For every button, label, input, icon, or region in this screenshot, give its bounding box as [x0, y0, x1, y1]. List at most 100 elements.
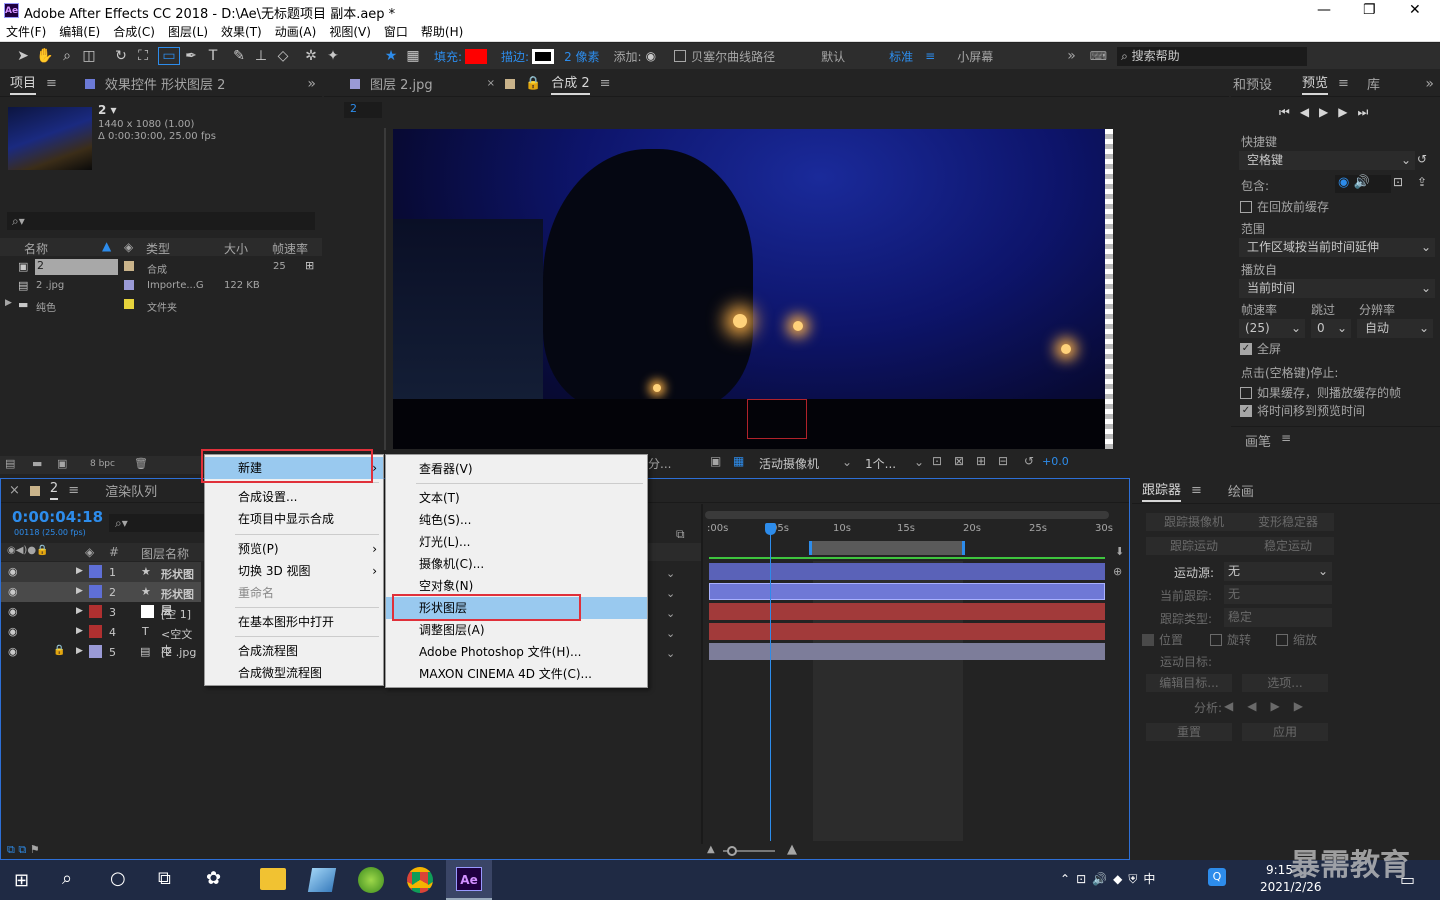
hand-tool-icon[interactable]: ✋: [34, 48, 56, 64]
scale-checkbox[interactable]: [1276, 634, 1288, 646]
layer-bar[interactable]: [709, 643, 1105, 660]
close-tab-icon[interactable]: ×: [9, 483, 20, 498]
pinwheel-app-icon[interactable]: ✿: [206, 868, 221, 889]
nvidia-icon[interactable]: ◆: [1113, 872, 1128, 886]
edit-target-button[interactable]: 编辑目标...: [1146, 674, 1232, 692]
rotate-tool-icon[interactable]: ↻: [110, 48, 132, 64]
project-search-input[interactable]: ⌕▾: [7, 212, 315, 230]
new-comp-icon[interactable]: ▣: [57, 457, 67, 470]
restore-icon[interactable]: ❐: [1363, 2, 1376, 18]
menu-item-viewer[interactable]: 查看器(V): [386, 458, 647, 480]
tab-paint[interactable]: 绘画: [1228, 481, 1254, 500]
playhead-line[interactable]: [770, 523, 771, 841]
toggle-modes-icon[interactable]: ⧉: [18, 843, 26, 856]
range-dropdown[interactable]: 工作区域按当前时间延伸 ⌄: [1239, 238, 1435, 257]
comp-breadcrumb[interactable]: 2: [344, 102, 382, 118]
camera-tool-icon[interactable]: ◫: [78, 48, 100, 64]
menu-layer[interactable]: 图层(L): [168, 23, 208, 40]
text-tool-icon[interactable]: T: [202, 48, 224, 64]
menu-item-light[interactable]: 灯光(L)...: [386, 531, 647, 553]
analyze-back-all-icon[interactable]: ◀: [1224, 699, 1247, 713]
play-icon[interactable]: ▶: [1319, 105, 1338, 119]
comp-canvas[interactable]: [393, 129, 1105, 449]
expand-panels-icon[interactable]: »: [1425, 76, 1434, 92]
panel-menu-icon[interactable]: ≡: [1338, 76, 1349, 91]
toggle-transfer-icon[interactable]: ⚑: [30, 843, 40, 856]
audio-icon[interactable]: 🔊: [1353, 175, 1369, 190]
volume-icon[interactable]: 🔊: [1092, 872, 1113, 886]
first-frame-icon[interactable]: ⏮: [1279, 105, 1300, 119]
tab-render-queue[interactable]: 渲染队列: [105, 481, 157, 500]
menu-effect[interactable]: 效果(T): [221, 23, 262, 40]
search-icon[interactable]: ⌕: [62, 868, 72, 889]
expand-arrow-icon[interactable]: ▶: [5, 298, 12, 308]
menu-item-camera[interactable]: 摄像机(C)...: [386, 553, 647, 575]
eye-icon[interactable]: ◉: [8, 585, 18, 598]
show-hidden-icon[interactable]: ⌃: [1060, 872, 1076, 886]
bit-depth[interactable]: 8 bpc: [90, 459, 115, 469]
item-name[interactable]: 2: [35, 259, 118, 275]
menu-item-open-essential-graphics[interactable]: 在基本图形中打开: [205, 611, 383, 633]
rectangle-tool-icon[interactable]: ▭: [158, 47, 180, 65]
layer-bar[interactable]: [709, 623, 1105, 640]
minimize-icon[interactable]: —: [1317, 2, 1331, 18]
eye-icon[interactable]: ◉: [8, 605, 18, 618]
chevron-down-icon[interactable]: ⌄: [666, 624, 675, 644]
current-track-dropdown[interactable]: 无: [1224, 585, 1332, 604]
label-color[interactable]: [89, 565, 102, 578]
lock-icon[interactable]: 🔒: [525, 76, 541, 91]
reset-view-icon[interactable]: ⊡: [932, 454, 942, 468]
menu-item-preview[interactable]: 预览(P) ›: [205, 538, 383, 560]
label-color[interactable]: [89, 645, 102, 658]
prev-frame-icon[interactable]: ◀: [1300, 105, 1319, 119]
cache-before-checkbox[interactable]: [1240, 201, 1252, 213]
tab-composition[interactable]: 合成 2: [551, 72, 590, 95]
trash-icon[interactable]: 🗑: [134, 457, 148, 470]
overlay-icon[interactable]: ⊡: [1393, 175, 1403, 189]
tab-effect-controls[interactable]: 效果控件 形状图层 2: [105, 74, 226, 93]
menu-help[interactable]: 帮助(H): [421, 23, 463, 40]
menu-item-flowchart[interactable]: 合成流程图: [205, 640, 383, 662]
menu-item-text[interactable]: 文本(T): [386, 487, 647, 509]
col-size[interactable]: 大小: [224, 240, 248, 257]
layer-bar[interactable]: [709, 583, 1105, 600]
fullscreen-checkbox[interactable]: ✓: [1240, 343, 1252, 355]
tab-timeline-comp[interactable]: 2: [49, 481, 59, 500]
panel-menu-icon[interactable]: ≡: [1191, 483, 1202, 498]
zoom-slider-handle[interactable]: [727, 846, 737, 856]
menu-animation[interactable]: 动画(A): [275, 23, 317, 40]
more-workspaces-icon[interactable]: »: [1067, 48, 1076, 64]
menu-item-cinema4d-file[interactable]: MAXON CINEMA 4D 文件(C)...: [386, 663, 647, 685]
res-dropdown[interactable]: 自动 ⌄: [1357, 319, 1433, 338]
lock-icon[interactable]: 🔒: [53, 645, 65, 656]
comp-flowchart-icon[interactable]: ⧉: [676, 527, 685, 542]
chevron-down-icon[interactable]: ⌄: [914, 455, 924, 469]
analyze-back-icon[interactable]: ◀: [1247, 699, 1270, 713]
puppet-tool-icon[interactable]: ✦: [322, 48, 344, 64]
track-camera-button[interactable]: 跟踪摄像机: [1146, 513, 1242, 531]
reset-icon[interactable]: ↺: [1417, 152, 1427, 166]
watermelon-app-icon[interactable]: [358, 867, 384, 893]
current-timecode[interactable]: 0:00:04:18: [12, 508, 103, 526]
timeline-search-input[interactable]: ⌕▾: [109, 514, 205, 532]
menu-item-solid[interactable]: 纯色(S)...: [386, 509, 647, 531]
clock-time[interactable]: 9:15: [1266, 863, 1293, 877]
paint-tab[interactable]: 画笔: [1245, 431, 1271, 450]
layer-row[interactable]: ◉ ▶ 3 [空 1]: [1, 602, 201, 622]
help-search-input[interactable]: ⌕ 搜索帮助: [1117, 46, 1308, 66]
qq-icon[interactable]: Q: [1208, 868, 1226, 886]
task-view-icon[interactable]: ⧉: [158, 868, 171, 889]
roto-tool-icon[interactable]: ✲: [300, 48, 322, 64]
col-type[interactable]: 类型: [146, 240, 170, 257]
clone-tool-icon[interactable]: ⊥: [250, 48, 272, 64]
apply-button[interactable]: 应用: [1242, 723, 1328, 741]
tab-layer-viewer[interactable]: 图层 2.jpg: [370, 74, 433, 93]
chevron-down-icon[interactable]: ⌄: [842, 455, 852, 469]
expand-arrow-icon[interactable]: ▶: [76, 606, 83, 616]
flowchart-icon[interactable]: ⊟: [998, 454, 1008, 468]
play-from-dropdown[interactable]: 当前时间 ⌄: [1239, 279, 1435, 298]
tab-presets[interactable]: 和预设: [1233, 74, 1272, 93]
bezier-checkbox[interactable]: [674, 50, 687, 62]
warp-stabilizer-button[interactable]: 变形稳定器: [1242, 513, 1334, 531]
expand-arrow-icon[interactable]: ▶: [76, 646, 83, 656]
